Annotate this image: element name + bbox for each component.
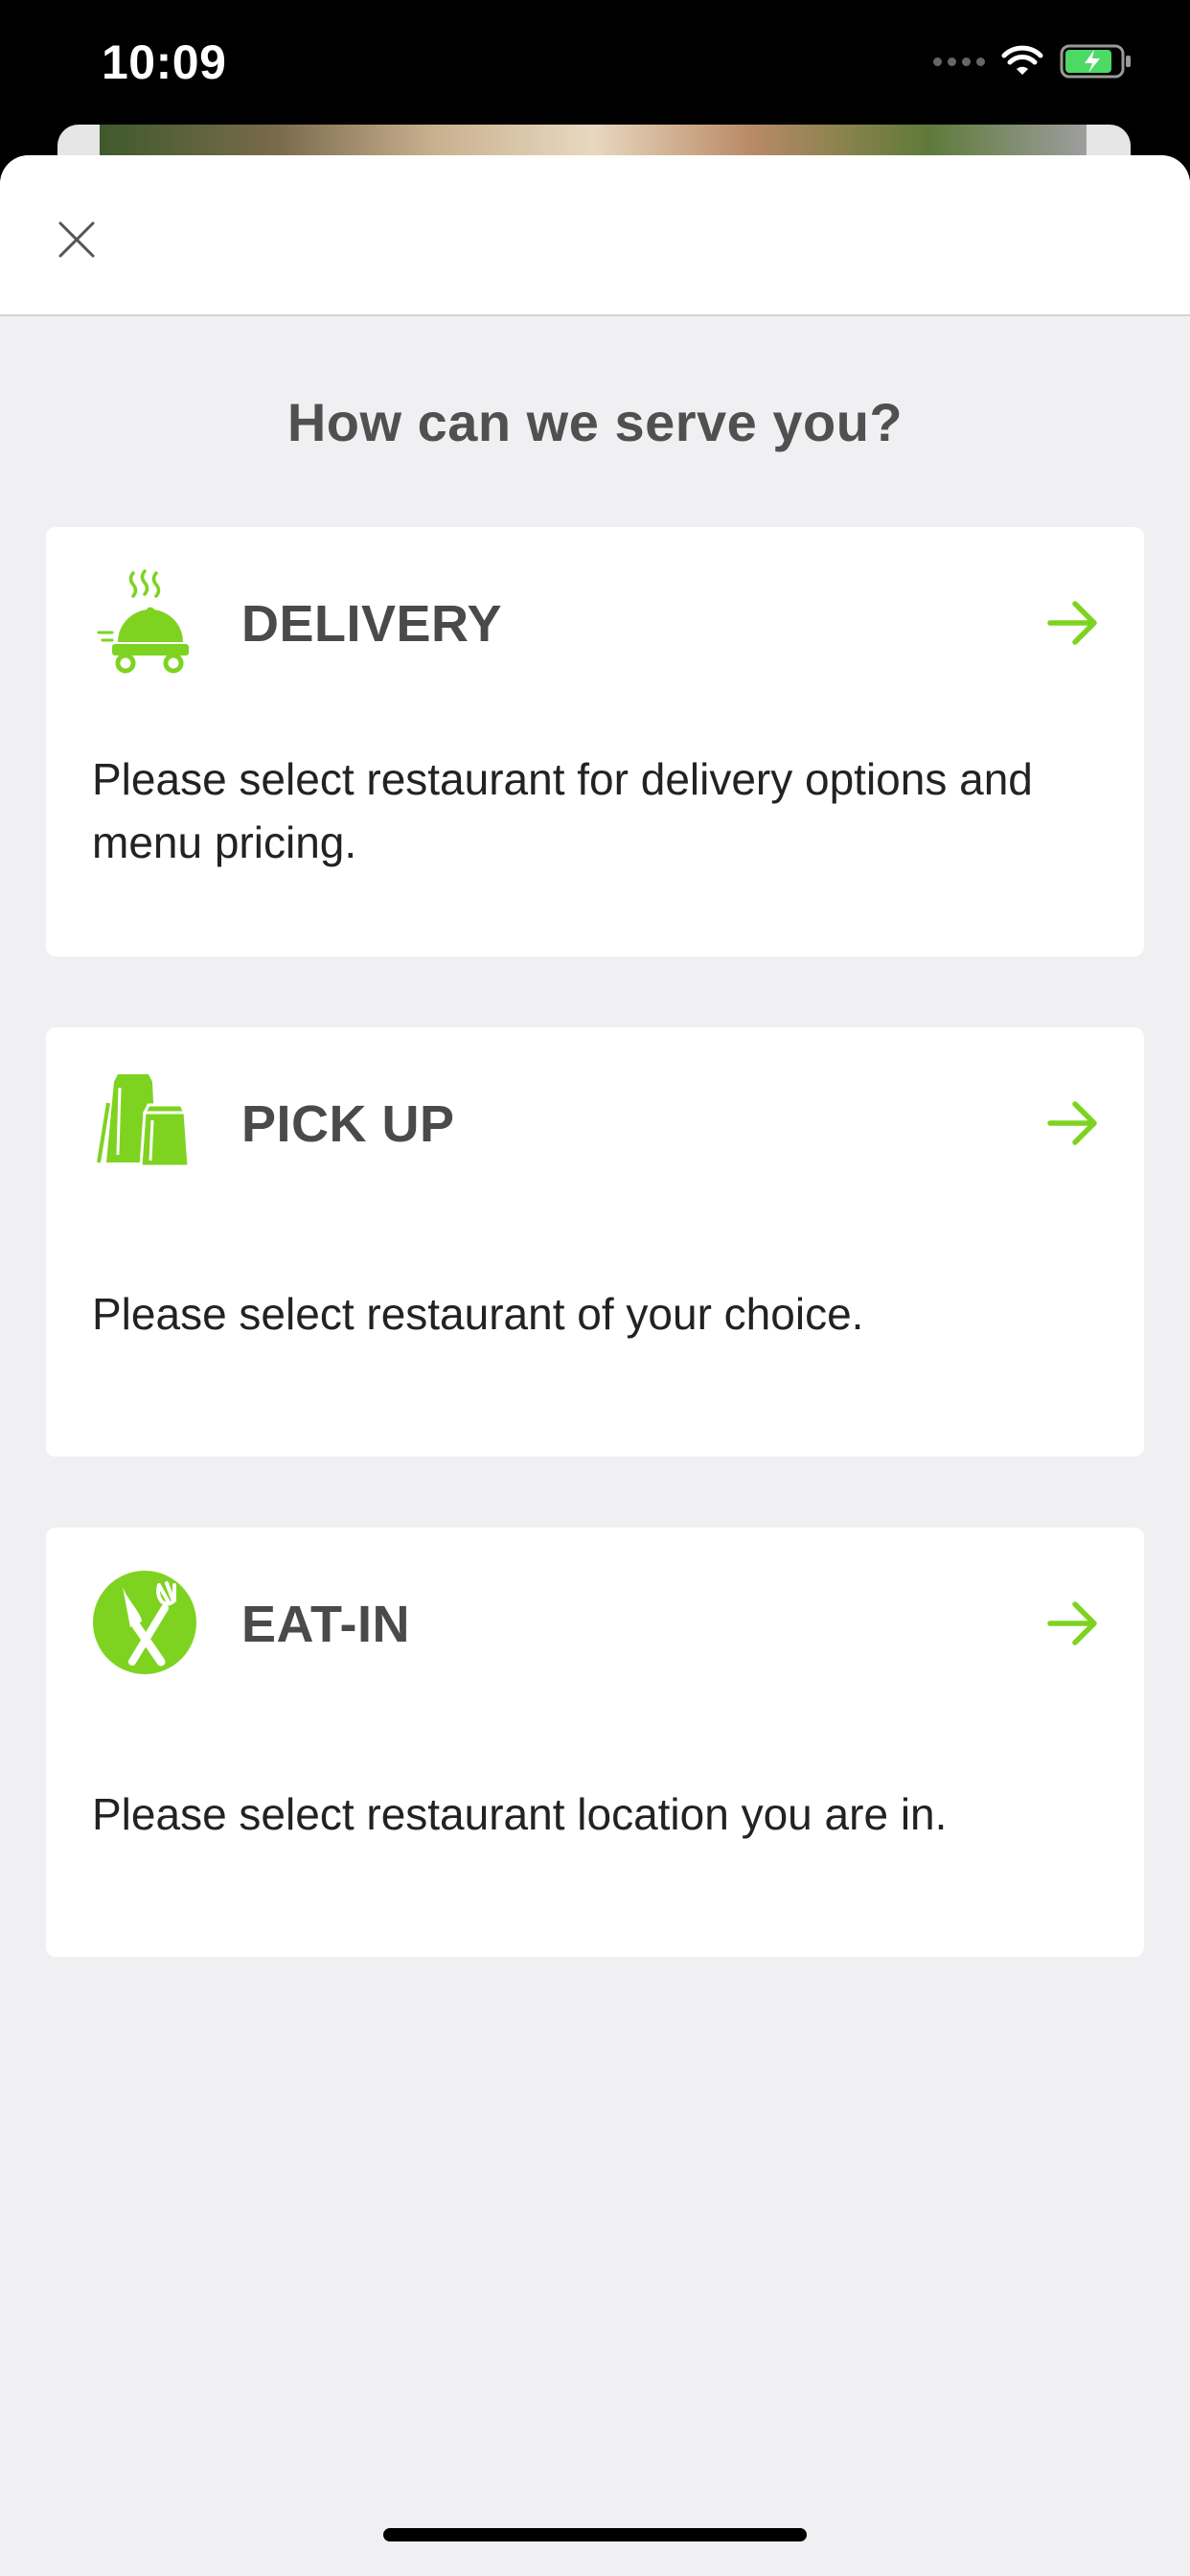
signal-dots-icon xyxy=(933,57,985,66)
battery-charging-icon xyxy=(1060,44,1131,79)
delivery-option-card[interactable]: DELIVERY Please select restaurant for de… xyxy=(46,527,1144,956)
status-icons xyxy=(933,42,1133,80)
status-time: 10:09 xyxy=(102,35,227,89)
pickup-title: PICK UP xyxy=(241,1095,455,1153)
home-indicator[interactable] xyxy=(383,2528,807,2542)
arrow-right-icon xyxy=(1047,601,1097,645)
arrow-right-icon xyxy=(1047,1601,1097,1645)
wifi-icon xyxy=(1001,45,1043,75)
pickup-option-card[interactable]: PICK UP Please select restaurant of your… xyxy=(46,1027,1144,1457)
page-title: How can we serve you? xyxy=(286,392,904,452)
service-type-sheet: How can we serve you? DELIVERY Please se… xyxy=(0,155,1190,2576)
eatin-title: EAT-IN xyxy=(241,1596,410,1653)
eatin-option-card[interactable]: EAT-IN Please select restaurant location… xyxy=(46,1528,1144,1957)
delivery-description: Please select restaurant for delivery op… xyxy=(92,754,1033,867)
eatin-description: Please select restaurant location you ar… xyxy=(92,1789,948,1839)
fork-knife-icon xyxy=(92,1570,197,1675)
arrow-right-icon xyxy=(1047,1101,1097,1145)
delivery-cloche-icon xyxy=(92,569,197,675)
sheet-header xyxy=(0,155,1190,316)
pickup-description: Please select restaurant of your choice. xyxy=(92,1289,864,1339)
service-options-list: DELIVERY Please select restaurant for de… xyxy=(46,527,1144,2028)
close-icon xyxy=(58,221,95,258)
close-button[interactable] xyxy=(48,211,105,268)
shopping-bags-icon xyxy=(92,1070,197,1175)
delivery-title: DELIVERY xyxy=(241,595,503,653)
status-bar: 10:09 xyxy=(0,0,1190,134)
